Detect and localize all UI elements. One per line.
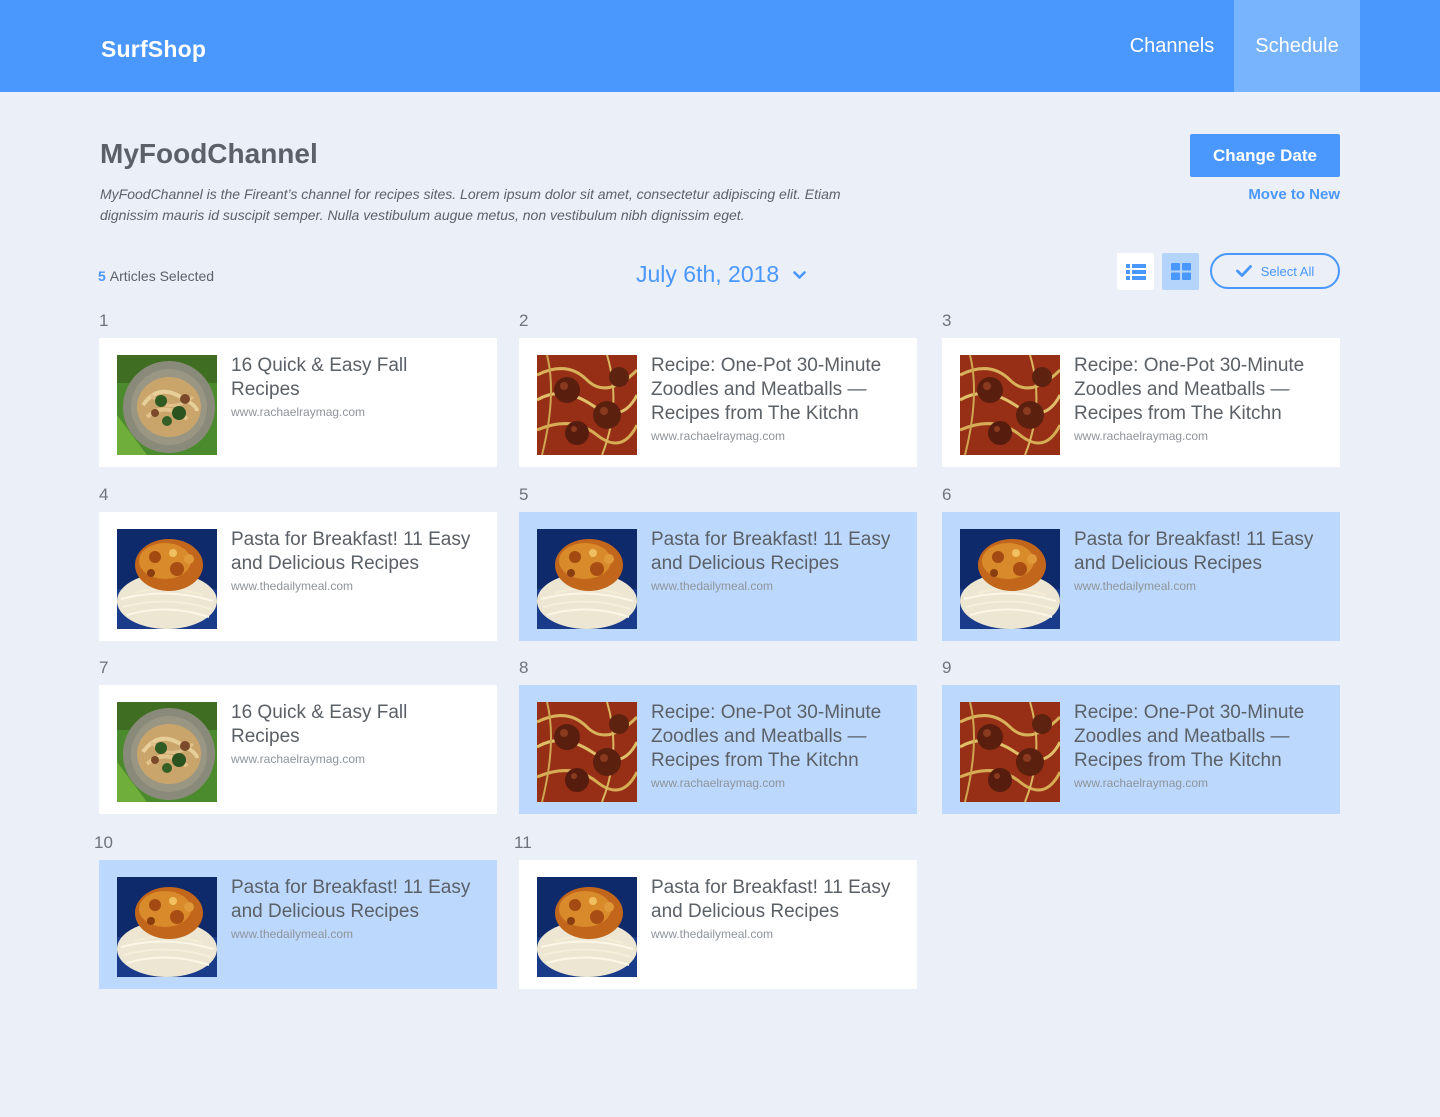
article-thumbnail [537,877,637,977]
article-thumbnail [537,702,637,802]
article-thumbnail [537,355,637,455]
chevron-down-icon [793,271,807,279]
article-card[interactable]: Pasta for Breakfast! 11 Easy and Delicio… [519,860,917,989]
article-source: www.thedailymeal.com [231,927,354,941]
app-logo[interactable]: SurfShop [101,36,206,63]
article-thumbnail [960,529,1060,629]
article-title: Pasta for Breakfast! 11 Easy and Delicio… [231,529,471,574]
article-number: 4 [99,485,109,504]
article-thumbnail [117,702,217,802]
article-source: www.rachaelraymag.com [231,752,366,766]
article-number: 8 [519,658,529,677]
article-card[interactable]: 16 Quick & Easy Fall Recipes www.rachaelr… [99,338,497,467]
article-source: www.thedailymeal.com [651,927,774,941]
article-source: www.rachaelraymag.com [651,776,786,790]
grid-view-button[interactable] [1162,253,1199,290]
article-number: 10 [94,833,113,852]
article-card[interactable]: Recipe: One-Pot 30-Minute Zoodles and Me… [942,338,1340,467]
select-all-button[interactable]: Select All [1210,253,1340,289]
article-card[interactable]: Pasta for Breakfast! 11 Easy and Delicio… [99,860,497,989]
article-number: 11 [514,833,532,852]
nav-channels[interactable]: Channels [1110,0,1234,92]
selection-count: 5 Articles Selected [98,268,214,284]
article-card[interactable]: Recipe: One-Pot 30-Minute Zoodles and Me… [519,338,917,467]
article-item: 4 Pasta for Breakfast! 11 Easy and Delic… [99,485,497,641]
selection-count-label: Articles Selected [109,268,215,284]
article-card[interactable]: 16 Quick & Easy Fall Recipes www.rachaelr… [99,685,497,814]
top-nav-bar: SurfShop Channels Schedule [0,0,1440,92]
article-item: 3 Recipe: One-Pot 30-Minute Zoodles and … [942,311,1340,467]
check-icon [1235,265,1252,277]
article-card[interactable]: Recipe: One-Pot 30-Minute Zoodles and Me… [942,685,1340,814]
article-title: Recipe: One-Pot 30-Minute Zoodles and Me… [1074,702,1305,771]
article-number: 5 [519,485,529,504]
channel-description: MyFoodChannel is the Fireant’s channel f… [100,186,841,223]
article-thumbnail [117,529,217,629]
article-thumbnail [117,877,217,977]
article-source: www.rachaelraymag.com [231,405,366,419]
article-item: 5 Pasta for Breakfast! 11 Easy and Delic… [519,485,917,641]
article-card[interactable]: Pasta for Breakfast! 11 Easy and Delicio… [942,512,1340,641]
article-item: 8 Recipe: One-Pot 30-Minute Zoodles and … [519,658,917,814]
article-thumbnail [117,355,217,455]
article-number: 6 [942,485,952,504]
article-number: 1 [99,311,109,330]
article-title: Recipe: One-Pot 30-Minute Zoodles and Me… [651,355,882,424]
article-item: 10 Pasta for Breakfast! 11 Easy and Deli… [94,833,497,989]
article-thumbnail [960,355,1060,455]
article-item: 1 16 Quick & Easy Fall Recipes www.rachae… [99,311,497,467]
article-thumbnail [537,529,637,629]
article-source: www.thedailymeal.com [651,579,774,593]
selection-count-number: 5 [98,268,106,284]
list-view-button[interactable] [1117,253,1154,290]
article-number: 3 [942,311,952,330]
page-title: MyFoodChannel [100,138,318,169]
change-date-button[interactable]: Change Date [1190,134,1340,177]
article-title: Recipe: One-Pot 30-Minute Zoodles and Me… [1074,355,1305,424]
article-card[interactable]: Pasta for Breakfast! 11 Easy and Delicio… [99,512,497,641]
list-icon [1125,263,1146,280]
article-item: 11 Pasta for Breakfast! 11 Easy and Deli… [514,833,917,989]
grid-icon [1170,263,1191,280]
article-number: 2 [519,311,529,330]
article-item: 6 Pasta for Breakfast! 11 Easy and Delic… [942,485,1340,641]
article-source: www.rachaelraymag.com [651,429,786,443]
article-title: Pasta for Breakfast! 11 Easy and Delicio… [231,877,471,922]
article-source: www.thedailymeal.com [231,579,354,593]
article-number: 9 [942,658,952,677]
select-all-label: Select All [1260,263,1315,279]
article-title: Pasta for Breakfast! 11 Easy and Delicio… [1074,529,1314,574]
article-card[interactable]: Recipe: One-Pot 30-Minute Zoodles and Me… [519,685,917,814]
article-item: 2 Recipe: One-Pot 30-Minute Zoodles and … [519,311,917,467]
article-item: 9 Recipe: One-Pot 30-Minute Zoodles and … [942,658,1340,814]
date-dropdown[interactable]: July 6th, 2018 [636,261,807,288]
article-number: 7 [99,658,109,677]
date-value: July 6th, 2018 [636,261,780,287]
article-title: 16 Quick & Easy Fall Recipes [231,355,408,400]
article-title: Pasta for Breakfast! 11 Easy and Delicio… [651,877,891,922]
article-title: Recipe: One-Pot 30-Minute Zoodles and Me… [651,702,882,771]
move-to-new-link[interactable]: Move to New [1248,186,1340,203]
article-source: www.rachaelraymag.com [1074,776,1209,790]
article-source: www.rachaelraymag.com [1074,429,1209,443]
article-source: www.thedailymeal.com [1074,579,1197,593]
article-title: Pasta for Breakfast! 11 Easy and Delicio… [651,529,891,574]
article-thumbnail [960,702,1060,802]
article-card[interactable]: Pasta for Breakfast! 11 Easy and Delicio… [519,512,917,641]
article-item: 7 16 Quick & Easy Fall Recipes www.rachae… [99,658,497,814]
nav-schedule[interactable]: Schedule [1234,0,1360,92]
article-title: 16 Quick & Easy Fall Recipes [231,702,408,747]
